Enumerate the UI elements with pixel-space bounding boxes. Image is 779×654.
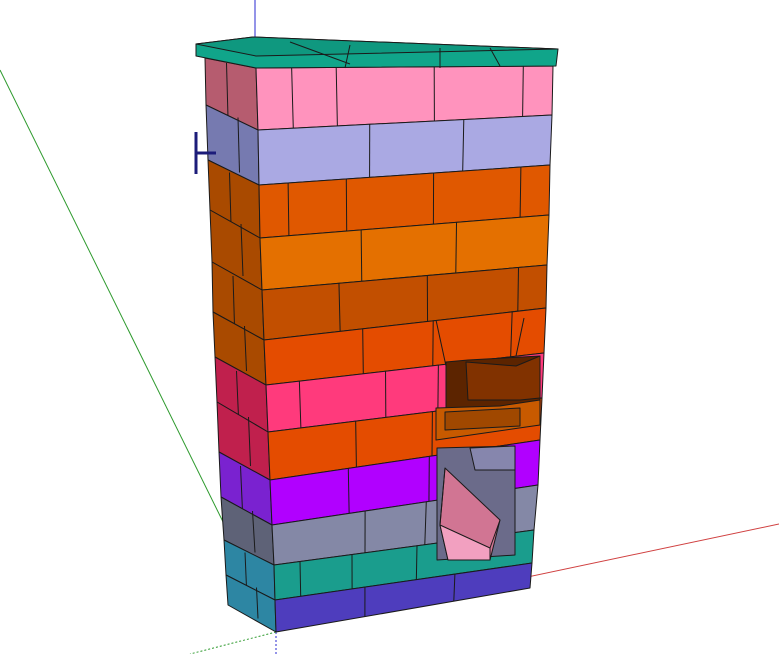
brick-joint-0-3 <box>522 66 524 117</box>
brick-joint-10-0 <box>299 561 302 597</box>
upper-opening-grate[interactable] <box>444 407 521 431</box>
brick-joint-3-0 <box>360 229 363 282</box>
brick-joint-4-2 <box>517 267 519 312</box>
stove-top-slab[interactable] <box>195 36 559 69</box>
brick-joint-10-2 <box>415 545 418 580</box>
brick-joint-5-0 <box>362 328 364 374</box>
lower-opening-top[interactable] <box>469 445 516 471</box>
green-axis-dotted-line <box>189 631 277 654</box>
scene-3d-view[interactable] <box>0 0 779 654</box>
modeling-viewport[interactable] <box>0 0 779 654</box>
